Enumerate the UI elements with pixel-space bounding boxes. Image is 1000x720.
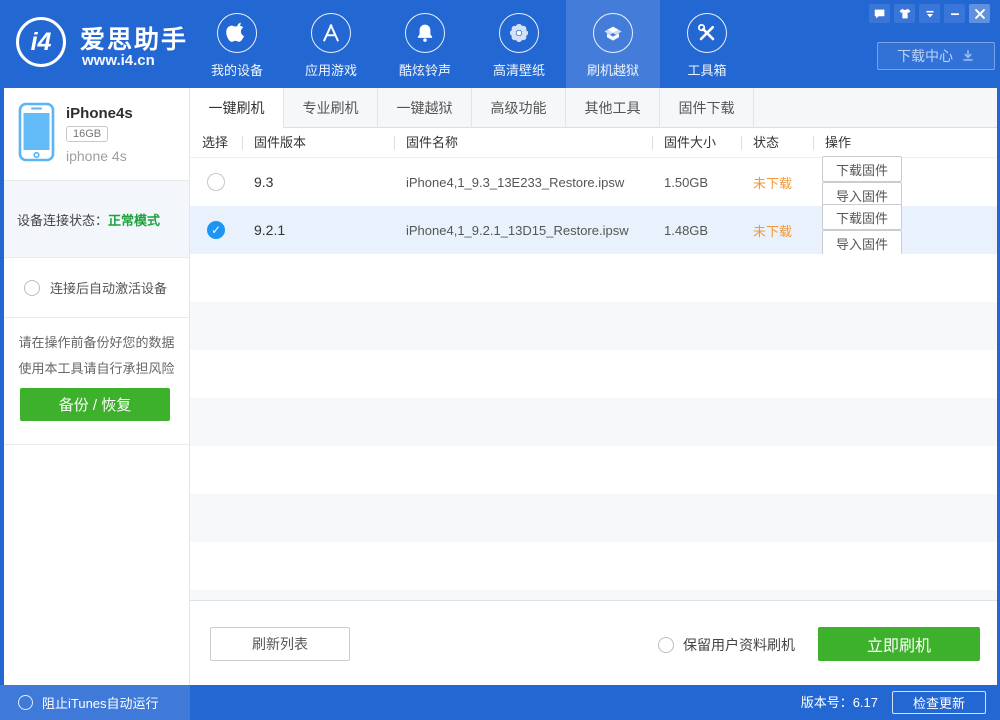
import-firmware-button[interactable]: 导入固件: [822, 230, 903, 256]
firmware-size: 1.48GB: [664, 222, 709, 238]
empty-table-area: [190, 254, 997, 601]
connection-status-value: 正常模式: [108, 212, 161, 228]
table-row[interactable]: 9.3 iPhone4,1_9.3_13E233_Restore.ipsw 1.50…: [190, 156, 997, 208]
iphone-icon: [18, 102, 55, 162]
nav-item-flower[interactable]: 高清壁纸: [472, 0, 566, 88]
row-select-radio[interactable]: [207, 173, 225, 191]
nav-item-appstore[interactable]: 应用游戏: [284, 0, 378, 88]
connection-status: 设备连接状态： 正常模式: [4, 180, 189, 258]
action-bar: 刷新列表 保留用户资料刷机 立即刷机: [190, 602, 997, 685]
tab-4[interactable]: 其他工具: [566, 88, 660, 128]
auto-activate-label: 连接后自动激活设备: [50, 281, 168, 296]
jailbreak-box-icon: [593, 13, 633, 53]
skin-icon[interactable]: [894, 4, 915, 23]
device-model: iphone 4s: [66, 148, 127, 164]
firmware-name: iPhone4,1_9.2.1_13D15_Restore.ipsw: [406, 222, 629, 238]
auto-activate-row: 连接后自动激活设备: [4, 258, 189, 318]
device-info: iPhone4s 16GB iphone 4s: [4, 88, 189, 180]
refresh-list-button[interactable]: 刷新列表: [210, 627, 350, 661]
nav-item-bell[interactable]: 酷炫铃声: [378, 0, 472, 88]
nav-item-apple[interactable]: 我的设备: [190, 0, 284, 88]
device-capacity-badge: 16GB: [66, 126, 109, 142]
firmware-status: 未下载: [753, 223, 793, 239]
flash-now-button[interactable]: 立即刷机: [818, 627, 980, 661]
nav-item-jailbreak-box[interactable]: 刷机越狱: [566, 0, 660, 88]
firmware-version: 9.2.1: [254, 222, 286, 238]
firmware-name: iPhone4,1_9.3_13E233_Restore.ipsw: [406, 174, 625, 190]
download-firmware-button[interactable]: 下载固件: [822, 156, 903, 182]
tab-3[interactable]: 高级功能: [472, 88, 566, 128]
tab-5[interactable]: 固件下载: [660, 88, 754, 128]
download-center-button[interactable]: 下载中心: [877, 42, 995, 70]
bell-icon: [405, 13, 445, 53]
column-header-0: 选择: [202, 135, 229, 150]
table-row[interactable]: ✓ 9.2.1 iPhone4,1_9.2.1_13D15_Restore.ipsw…: [190, 204, 997, 256]
device-name: iPhone4s: [66, 105, 133, 122]
block-itunes-row: 阻止iTunes自动运行: [0, 685, 190, 720]
column-header-4: 状态: [741, 128, 813, 157]
check-update-button[interactable]: 检查更新: [892, 691, 986, 714]
nav-label: 应用游戏: [304, 63, 357, 78]
warning-line-2: 使用本工具请自行承担风险: [18, 361, 175, 376]
minimize-icon[interactable]: [944, 4, 965, 23]
firmware-version: 9.3: [254, 174, 274, 190]
download-icon: [963, 49, 973, 61]
keep-data-label: 保留用户资料刷机: [683, 637, 795, 653]
footer: 阻止iTunes自动运行 版本号：6.17 检查更新: [0, 685, 1000, 720]
window-controls: [869, 4, 990, 23]
nav-label: 刷机越狱: [586, 63, 639, 78]
download-center-label: 下载中心: [897, 48, 953, 64]
nav-label: 我的设备: [210, 63, 263, 78]
row-select-radio[interactable]: ✓: [207, 221, 225, 239]
table-header: 选择 固件版本 固件名称 固件大小 状态 操作: [190, 128, 997, 158]
column-header-1: 固件版本: [242, 128, 394, 157]
download-firmware-button[interactable]: 下载固件: [822, 204, 903, 230]
nav-item-toolbox[interactable]: 工具箱: [660, 0, 754, 88]
column-header-5: 操作: [813, 128, 997, 157]
app-title: 爱思助手: [80, 26, 189, 54]
warning-section: 请在操作前备份好您的数据 使用本工具请自行承担风险 备份 / 恢复: [4, 318, 189, 445]
firmware-size: 1.50GB: [664, 174, 709, 190]
tray-icon[interactable]: [919, 4, 940, 23]
keep-data-radio[interactable]: [658, 637, 674, 653]
tab-2[interactable]: 一键越狱: [378, 88, 472, 128]
column-header-2: 固件名称: [394, 128, 652, 157]
block-itunes-radio[interactable]: [18, 695, 33, 710]
version-text: 版本号：6.17: [800, 695, 878, 710]
feedback-icon[interactable]: [869, 4, 890, 23]
header: i4 爱思助手 www.i4.cn 我的设备 应用游戏 酷炫铃声 高清壁纸 刷机越狱 工具…: [0, 0, 1000, 88]
tab-0[interactable]: 一键刷机: [190, 88, 284, 129]
column-header-3: 固件大小: [652, 128, 741, 157]
firmware-status: 未下载: [753, 175, 793, 191]
tab-bar: 一键刷机 专业刷机 一键越狱 高级功能 其他工具 固件下载: [190, 88, 997, 129]
block-itunes-label: 阻止iTunes自动运行: [42, 696, 159, 711]
app-website: www.i4.cn: [82, 52, 155, 69]
keep-data-row: 保留用户资料刷机: [658, 635, 795, 655]
nav-label: 酷炫铃声: [398, 63, 451, 78]
apple-icon: [217, 13, 257, 53]
close-icon[interactable]: [969, 4, 990, 23]
auto-activate-radio[interactable]: [24, 279, 40, 296]
i4-logo: i4: [16, 17, 66, 67]
connection-status-label: 设备连接状态：: [17, 212, 109, 228]
nav-label: 高清壁纸: [492, 63, 545, 78]
backup-restore-button[interactable]: 备份 / 恢复: [20, 388, 170, 421]
main-nav: 我的设备 应用游戏 酷炫铃声 高清壁纸 刷机越狱 工具箱: [190, 0, 754, 88]
appstore-icon: [311, 13, 351, 53]
nav-label: 工具箱: [687, 63, 727, 78]
sidebar: iPhone4s 16GB iphone 4s 设备连接状态： 正常模式 连接后自…: [4, 88, 190, 685]
aisi-assistant-window: i4 爱思助手 www.i4.cn 我的设备 应用游戏 酷炫铃声 高清壁纸 刷机越狱 工具…: [0, 0, 1000, 720]
warning-line-1: 请在操作前备份好您的数据: [18, 335, 175, 350]
flower-icon: [499, 13, 539, 53]
tab-1[interactable]: 专业刷机: [284, 88, 378, 128]
toolbox-icon: [687, 13, 727, 53]
